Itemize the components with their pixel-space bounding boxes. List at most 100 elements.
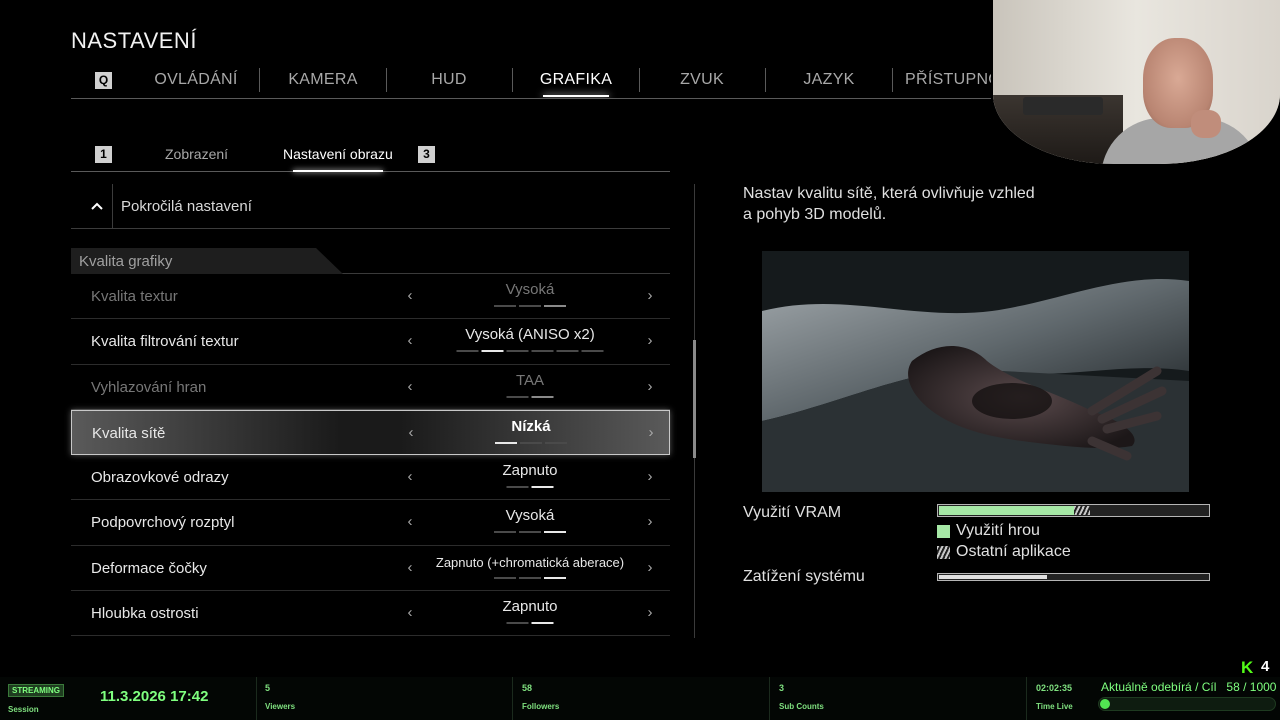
- tab-jazyk[interactable]: JAZYK: [766, 63, 892, 97]
- chevron-left-icon[interactable]: ‹: [405, 424, 417, 441]
- setting-name: Kvalita filtrování textur: [91, 333, 239, 351]
- tab-grafika[interactable]: GRAFIKA: [513, 63, 639, 97]
- tab-hud[interactable]: HUD: [386, 63, 512, 97]
- scrollbar-thumb[interactable]: [693, 340, 696, 458]
- level-pip: [494, 531, 516, 534]
- level-pip: [456, 350, 479, 353]
- top-nav: Q OVLÁDÁNÍ KAMERA HUD GRAFIKA ZVUK JAZYK…: [71, 63, 991, 99]
- level-pip: [531, 622, 554, 625]
- level-pip: [506, 395, 529, 398]
- key-hint-prev[interactable]: Q: [95, 72, 112, 89]
- setting-value: Zapnuto: [502, 598, 558, 616]
- level-pip: [506, 350, 529, 353]
- legend-swatch-other: [937, 546, 950, 559]
- chevron-right-icon[interactable]: ›: [644, 287, 656, 304]
- setting-row[interactable]: Kvalita filtrování textur ‹ Vysoká (ANISO …: [71, 319, 670, 365]
- level-pip: [531, 395, 554, 398]
- setting-level-indicator: [494, 531, 566, 534]
- subtab-nastaveni-obrazu[interactable]: Nastavení obrazu: [283, 146, 393, 172]
- section-separator: [769, 677, 770, 720]
- time-live-value: 02:02:35: [1036, 683, 1073, 693]
- stream-datetime: 11.3.2026 17:42: [100, 688, 209, 705]
- level-pip: [506, 622, 529, 625]
- setting-row[interactable]: Obrazovkové odrazy ‹ Zapnuto ›: [71, 455, 670, 501]
- chevron-left-icon[interactable]: ‹: [404, 559, 416, 576]
- setting-value: Zapnuto (+chromatická aberace): [435, 554, 625, 570]
- setting-row[interactable]: Podpovrchový rozptyl ‹ Vysoká ›: [71, 500, 670, 546]
- sub-nav: 1 Zobrazení Nastavení obrazu 3: [71, 140, 670, 172]
- chevron-left-icon[interactable]: ‹: [404, 378, 416, 395]
- level-pip: [519, 531, 541, 534]
- followers-count: 58: [522, 683, 533, 693]
- vram-game-fill: [939, 506, 1074, 515]
- setting-row[interactable]: Kvalita textur ‹ Vysoká ›: [71, 274, 670, 320]
- setting-level-indicator: [456, 350, 604, 353]
- setting-value: Vysoká: [505, 507, 555, 525]
- chevron-left-icon[interactable]: ‹: [404, 604, 416, 621]
- chevron-left-icon[interactable]: ‹: [404, 287, 416, 304]
- vram-other-fill: [1074, 506, 1090, 515]
- webcam-microphone: [1023, 97, 1103, 115]
- setting-value: Zapnuto: [502, 462, 558, 480]
- setting-name: Vyhlazování hran: [91, 378, 207, 396]
- sub-goal-value: 58 / 1000: [1226, 680, 1277, 694]
- setting-level-indicator: [506, 395, 554, 398]
- system-load-bar: [937, 573, 1210, 581]
- chevron-right-icon[interactable]: ›: [644, 604, 656, 621]
- setting-value: TAA: [515, 371, 545, 389]
- chevron-right-icon[interactable]: ›: [644, 513, 656, 530]
- setting-row[interactable]: Hloubka ostrosti ‹ Zapnuto ›: [71, 591, 670, 637]
- settings-list: Kvalita textur ‹ Vysoká › Kvalita filtrování…: [71, 274, 670, 637]
- setting-name: Hloubka ostrosti: [91, 605, 199, 623]
- stream-overlay-bar: STREAMING Session 11.3.2026 17:42 5 View…: [0, 677, 1280, 720]
- tab-ovladani[interactable]: OVLÁDÁNÍ: [133, 63, 259, 97]
- level-pip: [481, 350, 504, 353]
- setting-row[interactable]: Kvalita sítě ‹ Nízká ›: [71, 409, 670, 456]
- page-title: NASTAVENÍ: [71, 28, 197, 53]
- chevron-right-icon[interactable]: ›: [644, 332, 656, 349]
- chevron-right-icon[interactable]: ›: [644, 468, 656, 485]
- section-header-label: Kvalita grafiky: [79, 253, 173, 270]
- time-live-label: Time Live: [1036, 702, 1073, 711]
- level-pip: [544, 531, 566, 534]
- advanced-settings-label: Pokročilá nastavení: [121, 198, 252, 215]
- section-separator: [512, 677, 513, 720]
- tab-kamera[interactable]: KAMERA: [260, 63, 386, 97]
- setting-value: Vysoká (ANISO x2): [465, 326, 595, 344]
- setting-row[interactable]: Vyhlazování hran ‹ TAA ›: [71, 365, 670, 410]
- subtab-zobrazeni[interactable]: Zobrazení: [165, 146, 228, 162]
- legend-other-label: Ostatní aplikace: [956, 543, 1071, 560]
- legend-game-label: Využití hrou: [956, 522, 1040, 539]
- level-pip: [545, 441, 567, 444]
- chevron-left-icon[interactable]: ‹: [404, 468, 416, 485]
- system-load-fill: [939, 575, 1047, 579]
- level-pip: [531, 486, 554, 489]
- setting-name: Deformace čočky: [91, 559, 207, 577]
- advanced-settings-header[interactable]: Pokročilá nastavení: [71, 184, 670, 229]
- tab-pristupnost[interactable]: PŘÍSTUPNOST: [893, 63, 991, 97]
- vram-usage-bar: [937, 504, 1210, 517]
- level-pip: [556, 350, 579, 353]
- chevron-right-icon[interactable]: ›: [644, 559, 656, 576]
- setting-row[interactable]: Deformace čočky ‹ Zapnuto (+chromatická ab…: [71, 546, 670, 592]
- level-pip: [544, 305, 566, 307]
- kick-viewer-count: 4: [1261, 658, 1270, 675]
- key-hint-sub-next[interactable]: 3: [418, 146, 435, 163]
- setting-level-indicator: [494, 576, 566, 579]
- key-hint-sub-prev[interactable]: 1: [95, 146, 112, 163]
- level-pip: [519, 576, 541, 579]
- setting-description: Nastav kvalitu sítě, která ovlivňuje vzh…: [743, 185, 1035, 223]
- chevron-left-icon[interactable]: ‹: [404, 332, 416, 349]
- chevron-left-icon[interactable]: ‹: [404, 513, 416, 530]
- webcam-person-hand: [1191, 110, 1221, 138]
- chevron-right-icon[interactable]: ›: [645, 424, 657, 441]
- tab-zvuk[interactable]: ZVUK: [639, 63, 765, 97]
- preview-illustration: [762, 251, 1189, 492]
- level-pip: [495, 441, 517, 444]
- setting-level-indicator: [506, 622, 554, 625]
- chevron-right-icon[interactable]: ›: [644, 378, 656, 395]
- legend-swatch-game: [937, 525, 950, 538]
- setting-name: Kvalita textur: [91, 288, 178, 305]
- setting-level-indicator: [494, 305, 566, 307]
- sub-goal-bar: [1098, 697, 1276, 711]
